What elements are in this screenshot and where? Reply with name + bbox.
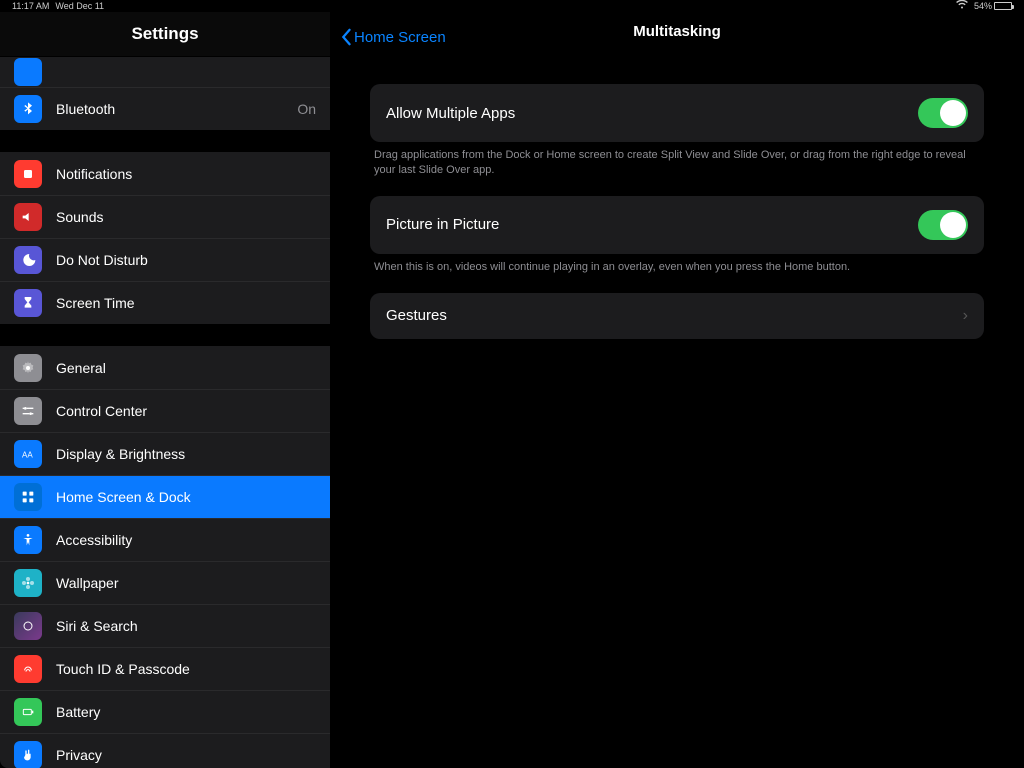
sidebar-item-label: Privacy <box>56 747 102 763</box>
sidebar-title: Settings <box>0 12 330 56</box>
svg-text:AA: AA <box>22 450 33 459</box>
fingerprint-icon <box>14 655 42 683</box>
text-size-icon: AA <box>14 440 42 468</box>
sidebar-item-label: Notifications <box>56 166 132 182</box>
setting-gestures[interactable]: Gestures › <box>370 293 984 339</box>
sidebar-item-privacy[interactable]: Privacy <box>0 733 330 768</box>
moon-icon <box>14 246 42 274</box>
battery-indicator: 54% <box>974 1 1012 11</box>
detail-pane: Home Screen Multitasking Allow Multiple … <box>330 12 1024 768</box>
sidebar-item-battery[interactable]: Battery <box>0 690 330 733</box>
flower-icon <box>14 569 42 597</box>
battery-icon <box>14 698 42 726</box>
battery-pct: 54% <box>974 1 992 11</box>
sidebar-item-touch-id[interactable]: Touch ID & Passcode <box>0 647 330 690</box>
sidebar-item-label: Control Center <box>56 403 147 419</box>
allow-multiple-apps-footnote: Drag applications from the Dock or Home … <box>370 142 984 196</box>
sidebar-item-label: Wallpaper <box>56 575 119 591</box>
setting-allow-multiple-apps[interactable]: Allow Multiple Apps <box>370 84 984 142</box>
sidebar-item-screen-time[interactable]: Screen Time <box>0 281 330 324</box>
wifi-settings-icon <box>14 58 42 86</box>
wifi-icon <box>956 0 968 12</box>
siri-icon <box>14 612 42 640</box>
sidebar-item-label: Bluetooth <box>56 101 115 117</box>
sidebar-item-display-brightness[interactable]: AA Display & Brightness <box>0 432 330 475</box>
sliders-icon <box>14 397 42 425</box>
sidebar-item-accessibility[interactable]: Accessibility <box>0 518 330 561</box>
sidebar-item-home-screen-dock[interactable]: Home Screen & Dock <box>0 475 330 518</box>
hourglass-icon <box>14 289 42 317</box>
setting-label: Picture in Picture <box>386 216 499 233</box>
sidebar-item-label: Do Not Disturb <box>56 252 148 268</box>
chevron-right-icon: › <box>963 307 968 325</box>
accessibility-icon <box>14 526 42 554</box>
sidebar-item-label: Screen Time <box>56 295 135 311</box>
sidebar-item-wifi[interactable] <box>0 57 330 87</box>
sidebar-item-label: Display & Brightness <box>56 446 185 462</box>
status-date: Wed Dec 11 <box>55 1 104 11</box>
setting-label: Allow Multiple Apps <box>386 105 515 122</box>
gear-icon <box>14 354 42 382</box>
sidebar-item-control-center[interactable]: Control Center <box>0 389 330 432</box>
toggle-picture-in-picture[interactable] <box>918 210 968 240</box>
sidebar-item-label: General <box>56 360 106 376</box>
sidebar-item-notifications[interactable]: Notifications <box>0 152 330 195</box>
picture-in-picture-footnote: When this is on, videos will continue pl… <box>370 254 984 293</box>
sidebar-item-bluetooth[interactable]: Bluetooth On <box>0 87 330 130</box>
detail-title: Multitasking <box>330 23 1024 40</box>
setting-label: Gestures <box>386 307 447 324</box>
sidebar-item-label: Home Screen & Dock <box>56 489 191 505</box>
setting-picture-in-picture[interactable]: Picture in Picture <box>370 196 984 254</box>
sidebar-item-do-not-disturb[interactable]: Do Not Disturb <box>0 238 330 281</box>
toggle-allow-multiple-apps[interactable] <box>918 98 968 128</box>
sidebar-item-label: Siri & Search <box>56 618 138 634</box>
notifications-icon <box>14 160 42 188</box>
settings-sidebar: Settings Bluetooth On <box>0 12 330 768</box>
sidebar-item-label: Touch ID & Passcode <box>56 661 190 677</box>
sidebar-item-siri-search[interactable]: Siri & Search <box>0 604 330 647</box>
status-time: 11:17 AM <box>12 1 49 11</box>
hand-icon <box>14 741 42 768</box>
sidebar-item-general[interactable]: General <box>0 346 330 389</box>
sidebar-item-label: Accessibility <box>56 532 132 548</box>
sidebar-item-sounds[interactable]: Sounds <box>0 195 330 238</box>
status-bar: 11:17 AM Wed Dec 11 54% <box>0 0 1024 12</box>
sounds-icon <box>14 203 42 231</box>
sidebar-item-label: Battery <box>56 704 100 720</box>
bluetooth-value: On <box>297 101 316 117</box>
sidebar-item-wallpaper[interactable]: Wallpaper <box>0 561 330 604</box>
sidebar-item-label: Sounds <box>56 209 103 225</box>
bluetooth-icon <box>14 95 42 123</box>
grid-icon <box>14 483 42 511</box>
